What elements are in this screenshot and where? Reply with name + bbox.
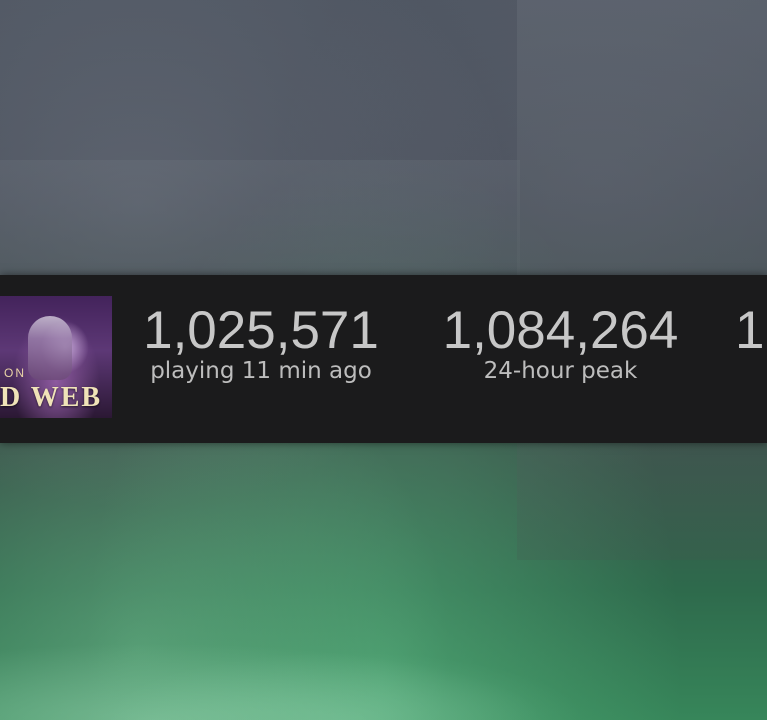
game-thumbnail[interactable]: ON D WEB <box>0 296 112 418</box>
player-stats-bar: ON D WEB 1,025,571 playing 11 min ago 1,… <box>0 275 767 443</box>
peak-players-label: 24-hour peak <box>483 358 638 384</box>
truncated-stat-value: 1, <box>735 301 767 360</box>
thumbnail-title: D WEB <box>0 382 103 413</box>
background-smoke <box>0 600 767 720</box>
current-players-stat: 1,025,571 playing 11 min ago <box>136 303 386 385</box>
thumbnail-small-text: ON <box>4 366 26 380</box>
peak-players-value: 1,084,264 <box>442 301 679 360</box>
truncated-stat: 1, <box>735 301 767 360</box>
current-players-value: 1,025,571 <box>143 301 379 360</box>
peak-players-stat: 1,084,264 24-hour peak <box>428 303 693 385</box>
hero-figure-icon <box>28 316 72 380</box>
background-rooftops <box>0 160 520 280</box>
current-players-label: playing 11 min ago <box>150 358 372 384</box>
